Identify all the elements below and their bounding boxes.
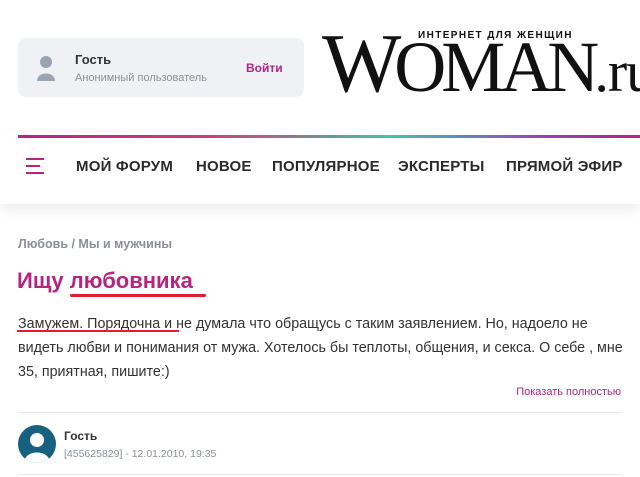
user-silhouette-icon: [37, 56, 55, 81]
nav-color-stripe: [18, 135, 640, 138]
nav-my-forum[interactable]: МОЙ ФОРУМ: [76, 158, 173, 175]
comment-avatar: [18, 425, 56, 463]
body-annotation-underline: [17, 330, 179, 332]
title-annotation-underline: [70, 294, 206, 297]
login-button[interactable]: Войти: [246, 61, 283, 75]
user-panel: Гость Анонимный пользователь Войти: [18, 38, 304, 97]
divider: [18, 412, 622, 413]
logo-tagline: ИНТЕРНЕТ ДЛЯ ЖЕНЩИН: [418, 30, 573, 41]
breadcrumb[interactable]: Любовь / Мы и мужчины: [18, 237, 172, 251]
user-silhouette-icon: [24, 433, 50, 463]
menu-burger-icon[interactable]: [26, 158, 46, 174]
divider: [18, 474, 622, 475]
nav-popular[interactable]: ПОПУЛЯРНОЕ: [272, 158, 380, 175]
comment-author: Гость: [64, 429, 98, 443]
show-full-link[interactable]: Показать полностью: [516, 386, 621, 398]
post-body: Замужем. Порядочна и не думала что обращ…: [18, 316, 623, 380]
nav-experts[interactable]: ЭКСПЕРТЫ: [398, 158, 485, 175]
nav-live[interactable]: ПРЯМОЙ ЭФИР: [506, 158, 623, 175]
user-subtitle: Анонимный пользователь: [75, 72, 207, 84]
comment-meta: [455625829] - 12.01.2010, 19:35: [64, 448, 217, 460]
nav-new[interactable]: НОВОЕ: [196, 158, 252, 175]
post-title: Ищу любовника: [17, 268, 193, 293]
site-logo[interactable]: WOMAN.ru ИНТЕРНЕТ ДЛЯ ЖЕНЩИН: [322, 22, 640, 108]
user-name: Гость: [75, 52, 112, 67]
